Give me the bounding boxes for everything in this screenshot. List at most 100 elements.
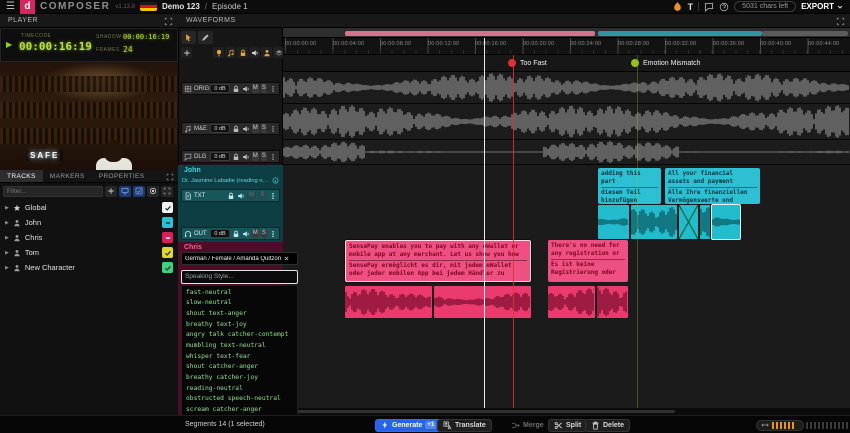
chris-audio-segment[interactable] xyxy=(434,286,531,318)
speaker-icon[interactable] xyxy=(237,192,245,200)
chevron-right-icon[interactable]: ▶ xyxy=(5,265,9,271)
style-option[interactable]: breathy catcher-joy xyxy=(182,373,297,384)
speaker-button[interactable] xyxy=(249,47,260,58)
flame-icon[interactable] xyxy=(672,1,683,12)
app-logo[interactable]: d xyxy=(20,0,35,14)
overview-range[interactable] xyxy=(762,31,848,36)
track-row-chris[interactable]: ▶ Chris xyxy=(0,230,178,245)
lock-icon[interactable] xyxy=(227,192,235,200)
kebab-menu-icon[interactable] xyxy=(269,125,277,133)
filter-input[interactable] xyxy=(3,186,103,197)
kebab-menu-icon[interactable] xyxy=(269,192,277,200)
waveforms-panel-tab[interactable]: WAVEFORMS xyxy=(186,17,236,24)
john-track-name[interactable]: John xyxy=(184,167,201,174)
speaking-style-input[interactable] xyxy=(181,270,298,284)
tracks-expand-icon[interactable] xyxy=(166,173,174,181)
mute-button[interactable]: M xyxy=(252,152,259,161)
pointer-tool-button[interactable] xyxy=(181,31,196,44)
select-all-toggle[interactable] xyxy=(133,186,145,197)
solo-button[interactable]: S xyxy=(261,124,268,133)
kebab-menu-icon[interactable] xyxy=(269,230,277,238)
text-tool-icon[interactable]: T xyxy=(688,2,694,12)
solo-button[interactable]: S xyxy=(261,152,268,161)
merge-button[interactable]: Merge xyxy=(505,419,550,432)
project-name[interactable]: Demo 123 xyxy=(162,2,200,11)
style-option[interactable]: shout text-anger xyxy=(182,309,297,320)
overview-chris-range[interactable] xyxy=(345,31,595,36)
frame-toggle[interactable] xyxy=(161,186,173,197)
pencil-tool-button[interactable] xyxy=(198,31,213,44)
mute-button[interactable]: M xyxy=(252,124,259,133)
track-row-john[interactable]: ▶ John xyxy=(0,215,178,230)
speaker-icon[interactable] xyxy=(242,153,250,161)
style-option[interactable]: angry talk catcher-contempt xyxy=(182,330,297,341)
solo-button[interactable]: S xyxy=(258,191,267,200)
style-option[interactable]: whisper text-fear xyxy=(182,352,297,363)
chris-segment-text[interactable]: There's no need for any registration or … xyxy=(548,240,628,282)
style-option[interactable]: slow-neutral xyxy=(182,298,297,309)
record-toggle[interactable] xyxy=(147,186,159,197)
delete-button[interactable]: Delete xyxy=(585,419,630,432)
episode-name[interactable]: Episode 1 xyxy=(212,2,248,11)
tab-properties[interactable]: PROPERTIES xyxy=(92,170,152,182)
solo-button[interactable]: S xyxy=(261,84,268,93)
john-voice-selector[interactable]: Dr. Jasmine Labadie (reading ne... xyxy=(182,177,279,184)
export-button[interactable]: EXPORT xyxy=(801,2,844,11)
style-option[interactable]: breathy text-joy xyxy=(182,320,297,331)
lock-icon[interactable] xyxy=(232,125,240,133)
chevron-right-icon[interactable]: ▶ xyxy=(5,250,9,256)
mute-button[interactable]: M xyxy=(252,229,259,238)
track-row-global[interactable]: ▶ Global xyxy=(0,200,178,215)
kebab-menu-icon[interactable] xyxy=(269,85,277,93)
john-segment-text[interactable]: adding this part diesen Teil hinzufügen xyxy=(598,168,661,204)
music-button[interactable] xyxy=(225,47,236,58)
chevron-right-icon[interactable]: ▶ xyxy=(5,235,9,241)
player-expand-icon[interactable] xyxy=(164,17,173,26)
horizontal-scrollbar[interactable] xyxy=(283,408,850,415)
gain-field[interactable]: 0 dB xyxy=(210,229,230,238)
split-button[interactable]: Split xyxy=(548,419,587,432)
john-audio-segment-selected[interactable] xyxy=(712,205,740,239)
insight-button[interactable] xyxy=(213,47,224,58)
track-checkbox[interactable] xyxy=(162,217,173,228)
generate-button[interactable]: Generate +1 xyxy=(375,419,442,432)
tab-markers[interactable]: MARKERS xyxy=(43,170,92,182)
overview-john-range[interactable] xyxy=(598,31,762,36)
track-checkbox[interactable] xyxy=(162,262,173,273)
speaker-icon[interactable] xyxy=(242,85,250,93)
chris-audio-segment[interactable] xyxy=(597,286,628,318)
scrollbar-handle[interactable] xyxy=(285,410,675,413)
lock-icon[interactable] xyxy=(232,153,240,161)
lock-icon[interactable] xyxy=(232,230,240,238)
marker-too-fast[interactable] xyxy=(508,59,516,67)
playhead[interactable] xyxy=(484,38,485,408)
track-checkbox[interactable] xyxy=(162,202,173,213)
mute-button[interactable]: M xyxy=(247,191,256,200)
track-checkbox[interactable] xyxy=(162,232,173,243)
timeline-overview[interactable] xyxy=(283,28,850,38)
speaker-icon[interactable] xyxy=(242,230,250,238)
info-icon[interactable] xyxy=(272,177,279,184)
chris-audio-segment[interactable] xyxy=(548,286,595,318)
style-option[interactable]: mumbling text-neutral xyxy=(182,341,297,352)
waveforms-settings-icon[interactable] xyxy=(836,17,845,26)
speaker-icon[interactable] xyxy=(242,125,250,133)
john-audio-segment-disabled[interactable] xyxy=(679,205,698,239)
style-option[interactable]: reading-neutral xyxy=(182,384,297,395)
style-option[interactable]: shout catcher-anger xyxy=(182,362,297,373)
tab-tracks[interactable]: TRACKS xyxy=(0,170,43,182)
monitor-toggle[interactable] xyxy=(119,186,131,197)
track-row-tom[interactable]: ▶ Tom xyxy=(0,245,178,260)
help-icon[interactable] xyxy=(719,2,729,12)
zoom-control[interactable] xyxy=(756,420,804,431)
chevron-right-icon[interactable]: ▶ xyxy=(5,220,9,226)
mute-button[interactable]: M xyxy=(252,84,259,93)
chris-audio-segment[interactable] xyxy=(345,286,432,318)
hamburger-menu-icon[interactable]: ☰ xyxy=(6,1,15,12)
lock-icon[interactable] xyxy=(232,85,240,93)
video-preview[interactable]: SAFE xyxy=(0,62,178,170)
chevron-right-icon[interactable]: ▶ xyxy=(5,205,9,211)
track-checkbox[interactable] xyxy=(162,247,173,258)
chris-track-name[interactable]: Chris xyxy=(184,244,202,251)
gain-field[interactable]: 0 dB xyxy=(210,152,230,161)
